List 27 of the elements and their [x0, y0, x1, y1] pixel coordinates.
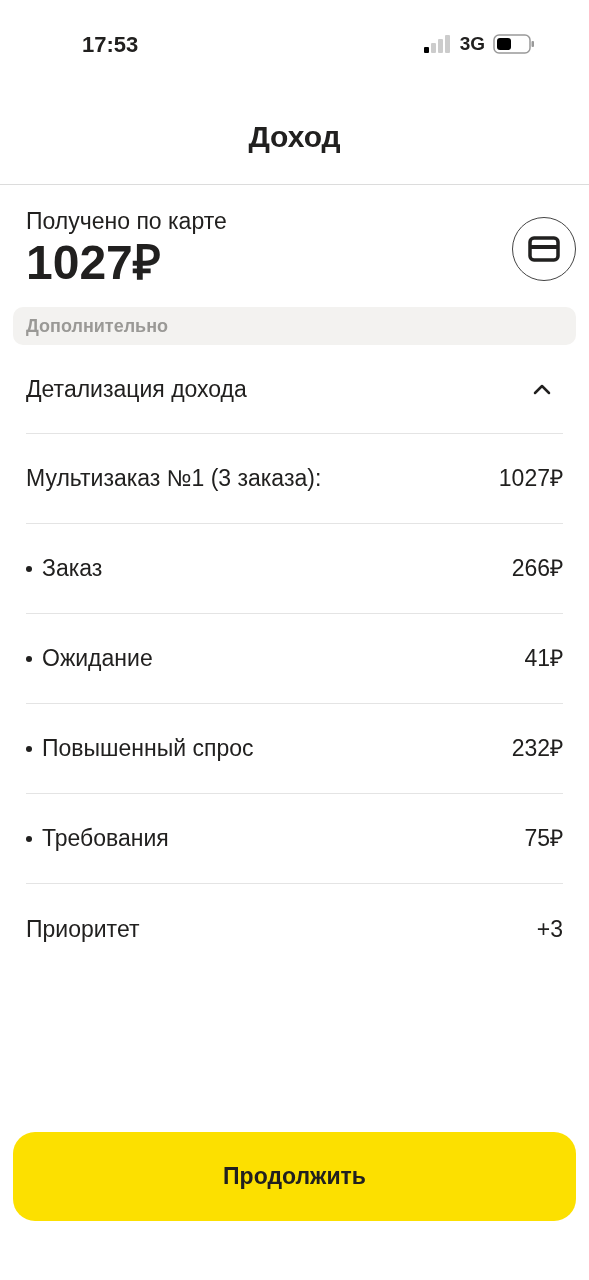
- battery-icon: [493, 34, 535, 54]
- bullet-icon: [26, 565, 32, 572]
- row-label: Мультизаказ №1 (3 заказа):: [26, 464, 322, 494]
- summary-amount: 1027₽: [26, 235, 162, 291]
- continue-button[interactable]: Продолжить: [13, 1132, 576, 1221]
- row-label: Повышенный спрос: [42, 734, 254, 764]
- network-label: 3G: [459, 31, 485, 56]
- row-value: 1027₽: [498, 464, 563, 494]
- page-title: Доход: [248, 118, 341, 155]
- details-toggle[interactable]: Детализация дохода: [26, 345, 563, 434]
- card-icon: [528, 236, 560, 262]
- bullet-icon: [26, 655, 32, 662]
- row-label: Приоритет: [26, 914, 140, 944]
- row-value: +3: [536, 914, 563, 944]
- row-label: Заказ: [42, 554, 103, 584]
- row-value: 266₽: [511, 554, 563, 584]
- status-time: 17:53: [82, 30, 139, 59]
- bullet-icon: [26, 835, 32, 842]
- row-value: 232₽: [511, 734, 563, 764]
- signal-icon: [423, 35, 452, 53]
- row-label: Ожидание: [42, 644, 153, 674]
- bullet-icon: [26, 745, 32, 752]
- section-label: Дополнительно: [26, 314, 169, 338]
- row-value: 75₽: [524, 824, 563, 854]
- row-value: 41₽: [524, 644, 563, 674]
- row-label: Требования: [42, 824, 169, 854]
- summary-label: Получено по карте: [26, 207, 227, 235]
